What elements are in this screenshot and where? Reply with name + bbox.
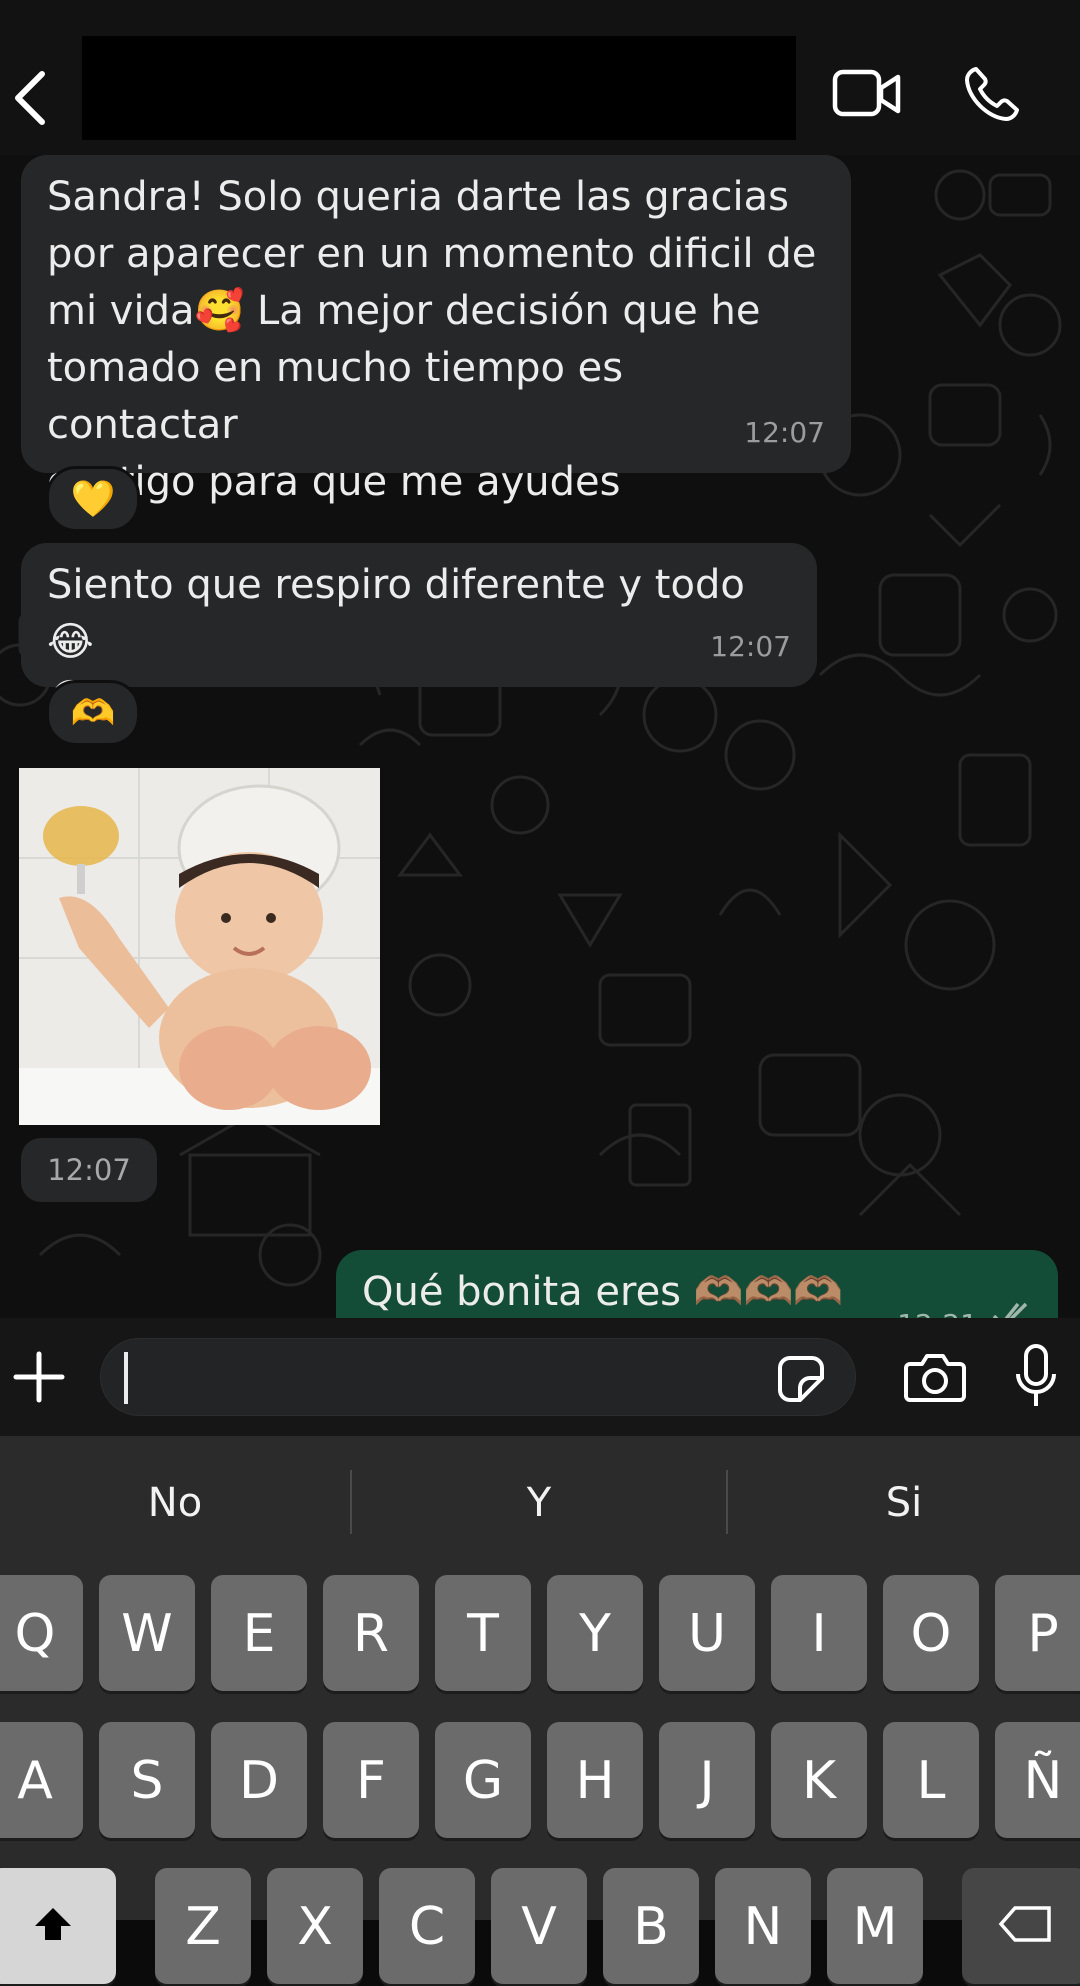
microphone-button[interactable] [1014, 1344, 1058, 1410]
plus-icon [13, 1351, 65, 1403]
video-call-button[interactable] [832, 66, 902, 122]
shift-key[interactable] [0, 1868, 116, 1984]
key-n[interactable]: N [715, 1868, 811, 1984]
suggestion-3[interactable]: Si [728, 1436, 1080, 1546]
on-screen-keyboard: No Y Si Q W E R T Y U I O P A S D F G H … [0, 1436, 1080, 1984]
key-l[interactable]: L [883, 1722, 979, 1838]
key-x[interactable]: X [267, 1868, 363, 1984]
predictive-bar: No Y Si [0, 1436, 1080, 1546]
key-t[interactable]: T [435, 1575, 531, 1691]
chevron-left-icon [15, 71, 45, 125]
key-e[interactable]: E [211, 1575, 307, 1691]
key-w[interactable]: W [99, 1575, 195, 1691]
key-s[interactable]: S [99, 1722, 195, 1838]
shift-icon [35, 1908, 71, 1940]
yellow-heart-reaction: 💛 [70, 479, 116, 520]
camera-button[interactable] [904, 1352, 966, 1404]
reaction-badge[interactable]: 🫶 [46, 680, 140, 746]
key-p[interactable]: P [995, 1575, 1080, 1691]
reaction-badge[interactable]: 💛 [46, 466, 140, 532]
microphone-icon [1016, 1344, 1056, 1406]
heart-hands-reaction: 🫶 [70, 693, 116, 734]
key-z[interactable]: Z [155, 1868, 251, 1984]
voice-call-button[interactable] [962, 64, 1022, 124]
chat-area[interactable]: Sandra! Solo queria darte las gracias po… [0, 155, 1080, 1318]
sticker-icon [778, 1356, 824, 1402]
key-h[interactable]: H [547, 1722, 643, 1838]
message-composer [0, 1318, 1080, 1436]
key-k[interactable]: K [771, 1722, 867, 1838]
sticker-button[interactable] [776, 1354, 826, 1404]
message-time: 12:21 [897, 1296, 978, 1318]
key-y[interactable]: Y [547, 1575, 643, 1691]
outgoing-message[interactable]: Qué bonita eres 🫶🏽🫶🏽🫶🏽 12:21 [336, 1250, 1058, 1318]
text-cursor [124, 1352, 128, 1404]
delete-key[interactable] [962, 1868, 1080, 1984]
key-v[interactable]: V [491, 1868, 587, 1984]
suggestion-2[interactable]: Y [352, 1436, 726, 1546]
backspace-icon [998, 1906, 1051, 1942]
message-time: 12:07 [744, 416, 825, 449]
suggestion-1[interactable]: No [0, 1436, 350, 1546]
key-c[interactable]: C [379, 1868, 475, 1984]
camera-icon [904, 1354, 966, 1402]
video-camera-icon [832, 69, 901, 117]
key-a[interactable]: A [0, 1722, 83, 1838]
key-i[interactable]: I [771, 1575, 867, 1691]
incoming-message-1[interactable]: Sandra! Solo queria darte las gracias po… [21, 155, 851, 505]
key-n-tilde[interactable]: Ñ [995, 1722, 1080, 1838]
key-d[interactable]: D [211, 1722, 307, 1838]
message-input[interactable] [100, 1338, 856, 1416]
message-text: Sandra! Solo queria darte las gracias po… [47, 174, 817, 505]
message-time: 12:07 [710, 630, 791, 663]
back-button[interactable] [8, 62, 58, 132]
photo-message[interactable] [19, 768, 380, 1125]
chat-header [0, 0, 1080, 155]
key-q[interactable]: Q [0, 1575, 83, 1691]
message-text: Siento que respiro diferente y todo😂 😂 [47, 562, 745, 722]
key-b[interactable]: B [603, 1868, 699, 1984]
key-j[interactable]: J [659, 1722, 755, 1838]
double-check-icon [992, 1302, 1028, 1318]
attach-button[interactable] [12, 1350, 66, 1404]
photo-time: 12:07 [21, 1138, 157, 1202]
photo-image [19, 768, 380, 1125]
key-o[interactable]: O [883, 1575, 979, 1691]
key-g[interactable]: G [435, 1722, 531, 1838]
key-r[interactable]: R [323, 1575, 419, 1691]
key-f[interactable]: F [323, 1722, 419, 1838]
key-m[interactable]: M [827, 1868, 923, 1984]
incoming-message-2[interactable]: Siento que respiro diferente y todo😂 😂 1… [21, 543, 817, 722]
redacted-contact-name[interactable] [82, 36, 796, 140]
phone-icon [965, 67, 1019, 121]
key-u[interactable]: U [659, 1575, 755, 1691]
